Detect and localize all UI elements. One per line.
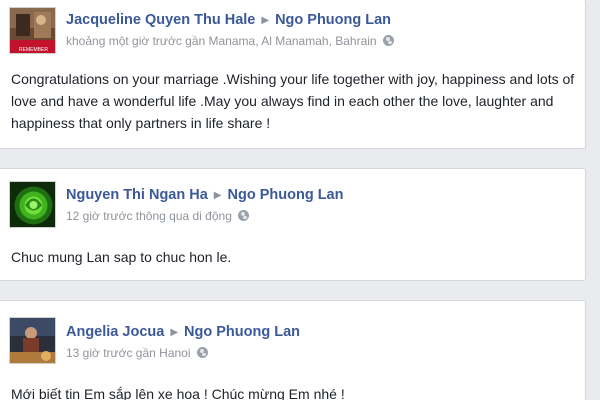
target-link[interactable]: Ngo Phuong Lan <box>228 187 344 203</box>
post-timestamp[interactable]: khoảng một giờ trước gần Manama, Al Mana… <box>66 34 377 48</box>
post-timestamp[interactable]: 13 giờ trước gần Hanoi <box>66 346 191 360</box>
triangle-right-icon: ▶ <box>170 327 179 338</box>
feed-post: Angelia Jocua ▶ Ngo Phuong Lan 13 giờ trướ… <box>0 300 586 400</box>
avatar-caption: REMEMBER <box>19 47 48 53</box>
author-link[interactable]: Angelia Jocua <box>66 324 164 340</box>
post-text: Congratulations on your marriage .Wishin… <box>11 71 575 131</box>
post-header: Jacqueline Quyen Thu Hale ▶ Ngo Phuong Lan… <box>66 11 394 49</box>
globe-icon[interactable] <box>237 210 249 221</box>
post-timestamp[interactable]: 12 giờ trước thông qua di động <box>66 209 232 223</box>
globe-icon[interactable] <box>196 347 208 358</box>
triangle-right-icon: ▶ <box>213 190 222 201</box>
post-header: Nguyen Thi Ngan Ha ▶ Ngo Phuong Lan 12 giờ… <box>66 186 343 224</box>
feed-post: REMEMBER Jacqueline Quyen Thu Hale ▶ Ngo P… <box>0 0 586 149</box>
author-link[interactable]: Nguyen Thi Ngan Ha <box>66 187 208 203</box>
globe-icon[interactable] <box>382 35 394 46</box>
feed-post: Nguyen Thi Ngan Ha ▶ Ngo Phuong Lan 12 giờ… <box>0 168 586 281</box>
target-link[interactable]: Ngo Phuong Lan <box>184 324 300 340</box>
avatar[interactable] <box>9 317 56 364</box>
post-text: Mới biết tin Em sắp lên xe hoa ! Chúc mừ… <box>11 386 345 400</box>
post-text: Chuc mung Lan sap to chuc hon le. <box>11 249 232 265</box>
post-header: Angelia Jocua ▶ Ngo Phuong Lan 13 giờ trướ… <box>66 323 300 361</box>
avatar[interactable]: REMEMBER <box>9 7 56 54</box>
avatar[interactable] <box>9 181 56 228</box>
author-link[interactable]: Jacqueline Quyen Thu Hale <box>66 12 255 28</box>
target-link[interactable]: Ngo Phuong Lan <box>275 12 391 28</box>
triangle-right-icon: ▶ <box>261 15 270 26</box>
news-feed: REMEMBER Jacqueline Quyen Thu Hale ▶ Ngo P… <box>0 0 600 400</box>
